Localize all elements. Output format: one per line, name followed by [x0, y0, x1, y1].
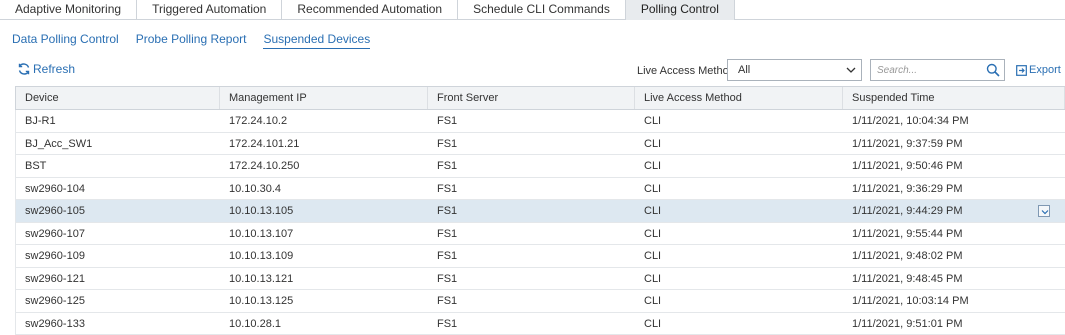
column-header-management-ip[interactable]: Management IP: [220, 87, 428, 109]
cell-front-server: FS1: [428, 245, 635, 267]
tab-schedule-cli-commands[interactable]: Schedule CLI Commands: [458, 0, 626, 20]
export-label: Export: [1029, 64, 1061, 76]
cell-management-ip: 10.10.13.105: [220, 200, 428, 222]
chevron-down-icon: [845, 64, 857, 76]
cell-front-server: FS1: [428, 110, 635, 132]
search-icon[interactable]: [986, 63, 1000, 77]
cell-management-ip: 172.24.101.21: [220, 133, 428, 155]
main-tab-bar: Adaptive Monitoring Triggered Automation…: [0, 0, 1065, 20]
refresh-button[interactable]: Refresh: [17, 62, 75, 76]
column-header-device[interactable]: Device: [16, 87, 220, 109]
table-row[interactable]: BST 172.24.10.250 FS1 CLI 1/11/2021, 9:5…: [15, 155, 1065, 178]
subtab-data-polling-control[interactable]: Data Polling Control: [12, 32, 119, 49]
cell-live-access-method: CLI: [635, 200, 843, 222]
cell-front-server: FS1: [428, 313, 635, 335]
cell-suspended-time: 1/11/2021, 9:44:29 PM: [843, 200, 1065, 222]
cell-device: sw2960-104: [16, 178, 220, 200]
cell-front-server: FS1: [428, 155, 635, 177]
cell-front-server: FS1: [428, 223, 635, 245]
cell-suspended-time: 1/11/2021, 9:55:44 PM: [843, 223, 1065, 245]
table-row[interactable]: sw2960-121 10.10.13.121 FS1 CLI 1/11/202…: [15, 268, 1065, 291]
cell-front-server: FS1: [428, 290, 635, 312]
column-header-live-access-method[interactable]: Live Access Method: [635, 87, 843, 109]
column-header-suspended-time[interactable]: Suspended Time: [843, 87, 1065, 109]
table-row[interactable]: BJ-R1 172.24.10.2 FS1 CLI 1/11/2021, 10:…: [15, 110, 1065, 133]
cell-live-access-method: CLI: [635, 110, 843, 132]
cell-live-access-method: CLI: [635, 290, 843, 312]
subtab-probe-polling-report[interactable]: Probe Polling Report: [136, 32, 247, 49]
table-row[interactable]: sw2960-109 10.10.13.109 FS1 CLI 1/11/202…: [15, 245, 1065, 268]
cell-device: BJ-R1: [16, 110, 220, 132]
export-icon: [1016, 65, 1027, 76]
cell-suspended-time: 1/11/2021, 10:04:34 PM: [843, 110, 1065, 132]
refresh-label: Refresh: [33, 62, 75, 76]
cell-device: sw2960-121: [16, 268, 220, 290]
cell-front-server: FS1: [428, 133, 635, 155]
cell-live-access-method: CLI: [635, 223, 843, 245]
cell-suspended-time: 1/11/2021, 9:51:01 PM: [843, 313, 1065, 335]
cell-suspended-time: 1/11/2021, 9:36:29 PM: [843, 178, 1065, 200]
refresh-icon: [17, 62, 31, 76]
table-row[interactable]: sw2960-107 10.10.13.107 FS1 CLI 1/11/202…: [15, 223, 1065, 246]
cell-management-ip: 10.10.13.125: [220, 290, 428, 312]
cell-device: BST: [16, 155, 220, 177]
cell-management-ip: 172.24.10.250: [220, 155, 428, 177]
suspended-devices-table: Device Management IP Front Server Live A…: [15, 86, 1065, 335]
cell-device: sw2960-107: [16, 223, 220, 245]
cell-front-server: FS1: [428, 200, 635, 222]
cell-live-access-method: CLI: [635, 133, 843, 155]
cell-live-access-method: CLI: [635, 178, 843, 200]
sub-tab-bar: Data Polling Control Probe Polling Repor…: [12, 32, 387, 49]
live-access-method-label: Live Access Method:: [637, 65, 738, 77]
chevron-down-icon: [1039, 206, 1051, 218]
export-button[interactable]: Export: [1016, 64, 1061, 76]
cell-management-ip: 10.10.30.4: [220, 178, 428, 200]
cell-management-ip: 10.10.13.107: [220, 223, 428, 245]
cell-management-ip: 172.24.10.2: [220, 110, 428, 132]
cell-device: sw2960-105: [16, 200, 220, 222]
search-input[interactable]: [877, 60, 985, 80]
cell-device: BJ_Acc_SW1: [16, 133, 220, 155]
table-row-selected[interactable]: sw2960-105 10.10.13.105 FS1 CLI 1/11/202…: [15, 200, 1065, 223]
search-box: [870, 59, 1005, 81]
table-row[interactable]: BJ_Acc_SW1 172.24.101.21 FS1 CLI 1/11/20…: [15, 133, 1065, 156]
cell-live-access-method: CLI: [635, 155, 843, 177]
cell-management-ip: 10.10.13.121: [220, 268, 428, 290]
cell-device: sw2960-109: [16, 245, 220, 267]
table-header: Device Management IP Front Server Live A…: [15, 86, 1065, 110]
table-row[interactable]: sw2960-125 10.10.13.125 FS1 CLI 1/11/202…: [15, 290, 1065, 313]
live-access-method-value: All: [738, 64, 750, 76]
cell-suspended-time: 1/11/2021, 9:50:46 PM: [843, 155, 1065, 177]
cell-management-ip: 10.10.28.1: [220, 313, 428, 335]
cell-device: sw2960-133: [16, 313, 220, 335]
cell-front-server: FS1: [428, 268, 635, 290]
tab-polling-control[interactable]: Polling Control: [626, 0, 735, 20]
cell-live-access-method: CLI: [635, 268, 843, 290]
table-row[interactable]: sw2960-104 10.10.30.4 FS1 CLI 1/11/2021,…: [15, 178, 1065, 201]
cell-live-access-method: CLI: [635, 313, 843, 335]
cell-device: sw2960-125: [16, 290, 220, 312]
cell-suspended-time: 1/11/2021, 9:48:45 PM: [843, 268, 1065, 290]
cell-live-access-method: CLI: [635, 245, 843, 267]
tab-recommended-automation[interactable]: Recommended Automation: [282, 0, 458, 20]
tab-adaptive-monitoring[interactable]: Adaptive Monitoring: [0, 0, 137, 20]
row-menu-button[interactable]: [1038, 205, 1050, 217]
subtab-suspended-devices[interactable]: Suspended Devices: [263, 32, 370, 49]
live-access-method-select[interactable]: All: [727, 59, 862, 81]
cell-suspended-time: 1/11/2021, 10:03:14 PM: [843, 290, 1065, 312]
tab-triggered-automation[interactable]: Triggered Automation: [137, 0, 282, 20]
column-header-front-server[interactable]: Front Server: [428, 87, 635, 109]
cell-front-server: FS1: [428, 178, 635, 200]
cell-management-ip: 10.10.13.109: [220, 245, 428, 267]
cell-suspended-time: 1/11/2021, 9:37:59 PM: [843, 133, 1065, 155]
cell-suspended-time: 1/11/2021, 9:48:02 PM: [843, 245, 1065, 267]
